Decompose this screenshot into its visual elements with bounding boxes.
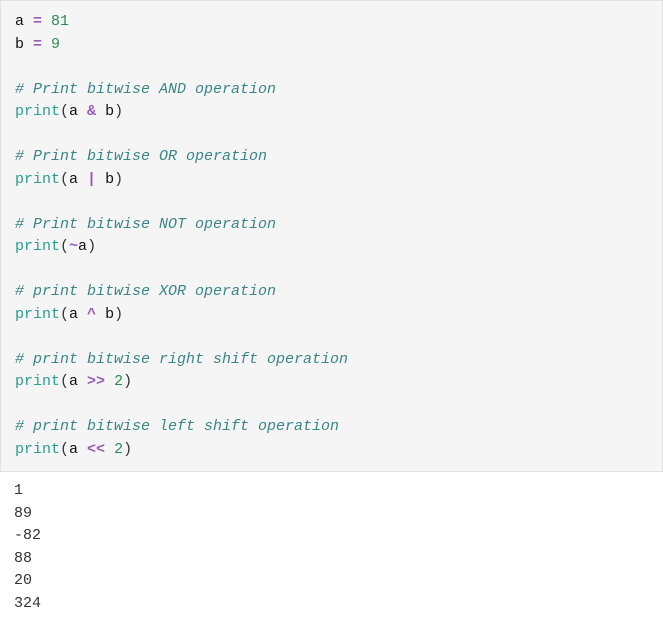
arg-a: a: [69, 373, 87, 390]
blank-line: [15, 259, 648, 282]
blank-line: [15, 394, 648, 417]
code-line-assign-a: a = 81: [15, 11, 648, 34]
output-line-3: -82: [14, 525, 649, 548]
lparen: (: [60, 441, 69, 458]
blank-line: [15, 326, 648, 349]
arg-b: b: [96, 306, 114, 323]
comment-rshift: # print bitwise right shift operation: [15, 349, 648, 372]
func-print: print: [15, 306, 60, 323]
rparen: ): [114, 171, 123, 188]
func-print: print: [15, 238, 60, 255]
or-op: |: [87, 171, 96, 188]
lparen: (: [60, 238, 69, 255]
num-9: 9: [51, 36, 60, 53]
comment-text: # print bitwise left shift operation: [15, 418, 339, 435]
blank-line: [15, 56, 648, 79]
lparen: (: [60, 306, 69, 323]
arg-a: a: [69, 103, 87, 120]
num-81: 81: [51, 13, 69, 30]
num-2: 2: [105, 373, 123, 390]
rshift-op: >>: [87, 373, 105, 390]
output-line-4: 88: [14, 548, 649, 571]
assign-op: =: [24, 13, 51, 30]
arg-b: b: [96, 103, 114, 120]
func-print: print: [15, 441, 60, 458]
arg-a: a: [69, 441, 87, 458]
arg-a: a: [69, 171, 87, 188]
print-and: print(a & b): [15, 101, 648, 124]
comment-text: # Print bitwise OR operation: [15, 148, 267, 165]
not-op: ~: [69, 238, 78, 255]
code-block: a = 81 b = 9 # Print bitwise AND operati…: [0, 0, 663, 472]
comment-text: # Print bitwise AND operation: [15, 81, 276, 98]
comment-text: # print bitwise XOR operation: [15, 283, 276, 300]
func-print: print: [15, 103, 60, 120]
rparen: ): [114, 306, 123, 323]
arg-b: b: [96, 171, 114, 188]
output-line-6: 324: [14, 593, 649, 616]
output-block: 1 89 -82 88 20 324: [0, 472, 663, 623]
lshift-op: <<: [87, 441, 105, 458]
comment-text: # Print bitwise NOT operation: [15, 216, 276, 233]
lparen: (: [60, 373, 69, 390]
arg-a: a: [78, 238, 87, 255]
output-line-2: 89: [14, 503, 649, 526]
rparen: ): [123, 441, 132, 458]
print-xor: print(a ^ b): [15, 304, 648, 327]
print-not: print(~a): [15, 236, 648, 259]
xor-op: ^: [87, 306, 96, 323]
output-line-1: 1: [14, 480, 649, 503]
var-b: b: [15, 36, 24, 53]
print-rshift: print(a >> 2): [15, 371, 648, 394]
comment-lshift: # print bitwise left shift operation: [15, 416, 648, 439]
assign-op: =: [24, 36, 51, 53]
lparen: (: [60, 103, 69, 120]
rparen: ): [123, 373, 132, 390]
comment-xor: # print bitwise XOR operation: [15, 281, 648, 304]
print-lshift: print(a << 2): [15, 439, 648, 462]
code-line-assign-b: b = 9: [15, 34, 648, 57]
rparen: ): [114, 103, 123, 120]
blank-line: [15, 124, 648, 147]
rparen: ): [87, 238, 96, 255]
num-2: 2: [105, 441, 123, 458]
output-line-5: 20: [14, 570, 649, 593]
func-print: print: [15, 171, 60, 188]
var-a: a: [15, 13, 24, 30]
lparen: (: [60, 171, 69, 188]
blank-line: [15, 191, 648, 214]
comment-not: # Print bitwise NOT operation: [15, 214, 648, 237]
comment-and: # Print bitwise AND operation: [15, 79, 648, 102]
arg-a: a: [69, 306, 87, 323]
and-op: &: [87, 103, 96, 120]
print-or: print(a | b): [15, 169, 648, 192]
func-print: print: [15, 373, 60, 390]
comment-text: # print bitwise right shift operation: [15, 351, 348, 368]
comment-or: # Print bitwise OR operation: [15, 146, 648, 169]
